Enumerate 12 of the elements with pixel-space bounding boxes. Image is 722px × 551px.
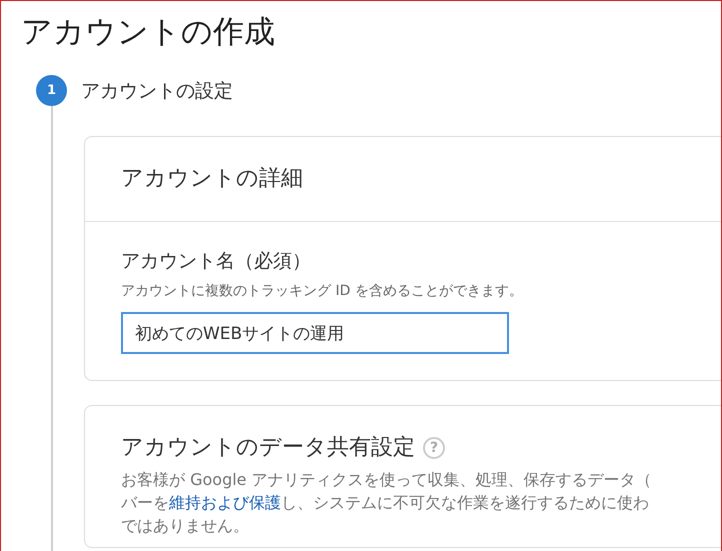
step-number: 1	[36, 75, 67, 106]
link[interactable]: 維持および保護	[169, 493, 281, 512]
field-label: アカウント名（必須）	[121, 249, 312, 274]
description-line: ではありません。	[121, 515, 250, 537]
step-title: アカウントの設定	[81, 78, 233, 104]
page-title: アカウントの作成	[21, 13, 276, 52]
description-line: お客様が Google アナリティクスを使って収集、処理、保存するデータ（	[121, 469, 653, 491]
account-name-field[interactable]: 初めてのWEBサイトの運用	[121, 312, 509, 354]
card-title: アカウントの詳細	[121, 165, 303, 193]
description-line: バーを維持および保護 し、システムに不可欠な作業を遂行するために使わ	[121, 492, 650, 514]
card-title: アカウントのデータ共有設定	[121, 434, 415, 462]
field-hint: アカウントに複数のトラッキング ID を含めることができます。	[121, 282, 524, 300]
